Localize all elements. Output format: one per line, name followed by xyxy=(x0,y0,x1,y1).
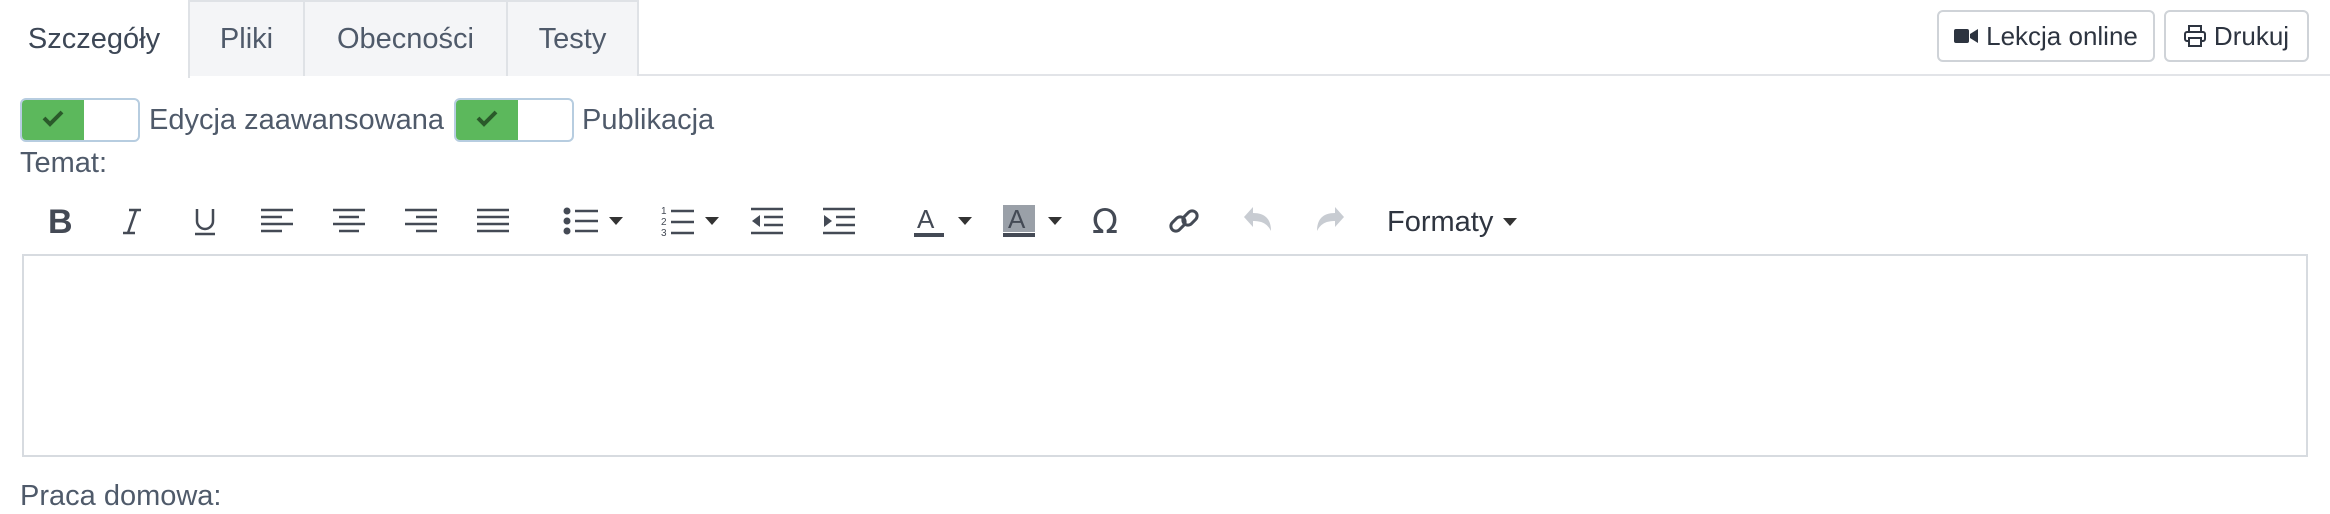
tab-bar: Szczegóły Pliki Obecności Testy Lekcja o… xyxy=(0,0,2330,78)
video-camera-icon xyxy=(1954,27,1979,45)
bold-icon[interactable]: B xyxy=(40,196,80,246)
svg-text:B: B xyxy=(48,205,72,237)
bullet-list-icon[interactable] xyxy=(555,196,631,246)
print-button[interactable]: Drukuj xyxy=(2164,10,2309,62)
toggle-on-state xyxy=(22,100,84,140)
numbered-list-icon[interactable]: 123 xyxy=(652,196,728,246)
advanced-edit-label: Edycja zaawansowana xyxy=(149,104,445,136)
chevron-down-icon xyxy=(958,217,972,225)
check-icon xyxy=(42,109,64,132)
homework-label: Praca domowa: xyxy=(20,480,222,512)
tab-details[interactable]: Szczegóły xyxy=(0,0,190,78)
formats-dropdown[interactable]: Formaty xyxy=(1387,200,1518,244)
tab-files[interactable]: Pliki xyxy=(190,0,305,76)
svg-text:3: 3 xyxy=(661,228,667,238)
svg-text:A: A xyxy=(1008,204,1026,234)
publication-toggle[interactable] xyxy=(454,98,574,142)
svg-text:2: 2 xyxy=(661,217,667,228)
align-center-icon[interactable] xyxy=(329,196,369,246)
chevron-down-icon xyxy=(609,217,623,225)
topic-label: Temat: xyxy=(20,147,108,179)
text-color-icon[interactable]: A xyxy=(897,196,987,246)
online-lesson-button[interactable]: Lekcja online xyxy=(1937,10,2155,62)
tab-list: Szczegóły Pliki Obecności Testy xyxy=(0,0,639,78)
chevron-down-icon xyxy=(705,217,719,225)
editor-toolbar: B 123 A A Ω Formaty xyxy=(20,190,1520,252)
topic-editor[interactable] xyxy=(22,254,2308,457)
publication-label: Publikacja xyxy=(582,104,715,136)
underline-icon[interactable] xyxy=(185,196,225,246)
undo-icon[interactable] xyxy=(1238,196,1278,246)
advanced-edit-toggle[interactable] xyxy=(20,98,140,142)
svg-text:Ω: Ω xyxy=(1092,203,1118,239)
align-left-icon[interactable] xyxy=(257,196,297,246)
tab-attendance[interactable]: Obecności xyxy=(305,0,508,76)
print-label: Drukuj xyxy=(2213,20,2290,51)
svg-text:1: 1 xyxy=(661,206,667,217)
tab-tests[interactable]: Testy xyxy=(508,0,639,76)
align-right-icon[interactable] xyxy=(401,196,441,246)
redo-icon[interactable] xyxy=(1310,196,1350,246)
special-character-icon[interactable]: Ω xyxy=(1087,196,1131,246)
chevron-down-icon xyxy=(1048,217,1062,225)
printer-icon xyxy=(2183,25,2206,47)
link-icon[interactable] xyxy=(1162,196,1206,246)
indent-icon[interactable] xyxy=(819,196,859,246)
svg-text:A: A xyxy=(917,204,935,234)
formats-label: Formaty xyxy=(1387,205,1494,238)
align-justify-icon[interactable] xyxy=(473,196,513,246)
online-lesson-label: Lekcja online xyxy=(1986,20,2138,51)
toggle-on-state xyxy=(456,100,518,140)
check-icon xyxy=(476,109,498,132)
outdent-icon[interactable] xyxy=(747,196,787,246)
italic-icon[interactable] xyxy=(112,196,152,246)
background-color-icon[interactable]: A xyxy=(992,196,1072,246)
chevron-down-icon xyxy=(1503,218,1518,226)
